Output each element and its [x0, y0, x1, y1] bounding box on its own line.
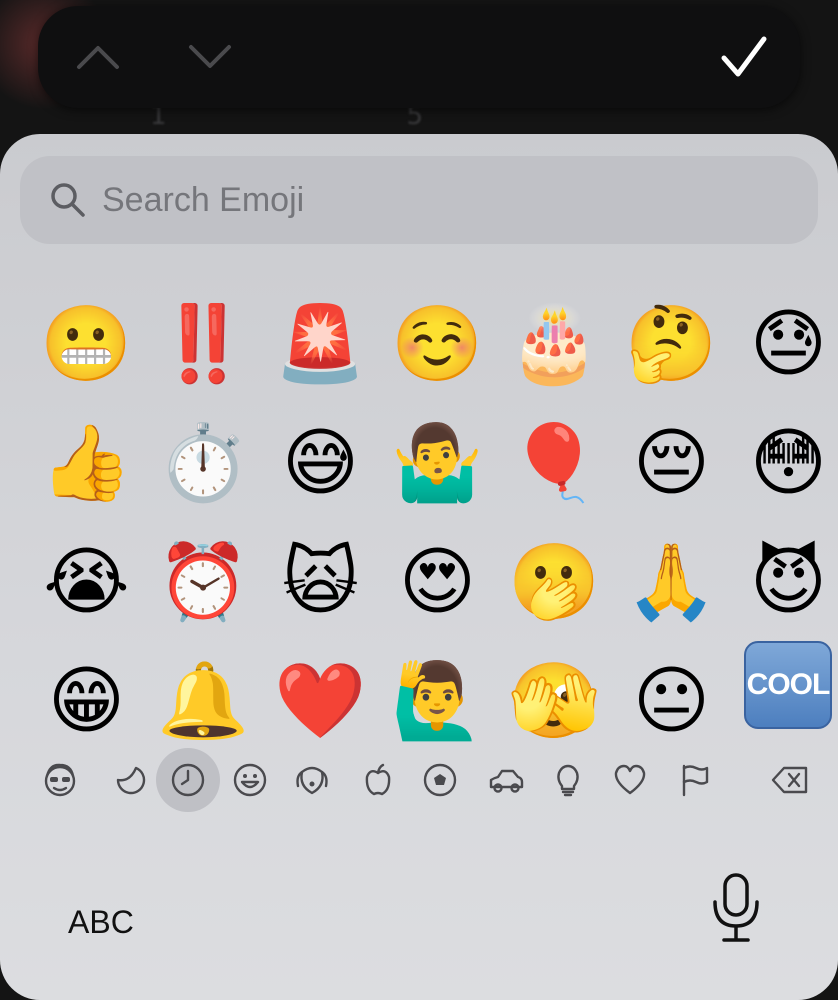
animal-category-button[interactable]	[280, 748, 344, 812]
emoji-key[interactable]: 😬	[28, 284, 145, 403]
animal-icon	[296, 766, 328, 795]
magnifier-icon	[51, 183, 85, 217]
emoji-key[interactable]: 😁	[28, 641, 145, 760]
recent-clock-icon	[171, 763, 205, 797]
activity-ball-category-button[interactable]	[408, 748, 472, 812]
smiley-icon	[233, 763, 267, 797]
delete-icon	[771, 766, 808, 794]
emoji-key[interactable]: 🤔	[613, 284, 730, 403]
emoji-key[interactable]: 🤷‍♂️	[379, 403, 496, 522]
emoji-key[interactable]: 😍	[379, 522, 496, 641]
delete-category-button[interactable]	[758, 748, 822, 812]
emoji-key[interactable]: 🎈	[496, 403, 613, 522]
food-apple-icon	[365, 763, 391, 796]
symbols-heart-icon	[614, 764, 646, 795]
dictation-button[interactable]	[708, 872, 764, 944]
memoji-category-button[interactable]	[28, 748, 92, 812]
sticker-category-button[interactable]	[98, 748, 162, 812]
microphone-icon	[713, 873, 759, 942]
emoji-key[interactable]: 🎂	[496, 284, 613, 403]
emoji-grid: 😬 ‼️ 🚨 ☺️ 🎂 🤔 😓 👍 ⏱️ 😅 🤷‍♂️ 🎈 😔 😳 😭 ⏰ 🙀 😍 🫢 🙏 😈 😁 🔔 ❤️ 🙋‍♂️ 🫣 😐 COO…	[28, 284, 838, 760]
food-apple-category-button[interactable]	[346, 748, 410, 812]
chevron-down-icon	[189, 45, 231, 68]
travel-car-category-button[interactable]	[474, 748, 538, 812]
next-button[interactable]	[180, 32, 240, 82]
emoji-key[interactable]: 😅	[262, 403, 379, 522]
previous-button[interactable]	[68, 32, 128, 82]
emoji-key[interactable]: 🙋‍♂️	[379, 641, 496, 760]
emoji-key[interactable]: 🙏	[613, 522, 730, 641]
emoji-key[interactable]: ‼️	[145, 284, 262, 403]
emoji-key[interactable]: 😐	[613, 641, 730, 760]
memoji-icon	[44, 763, 76, 797]
emoji-key[interactable]: ❤️	[262, 641, 379, 760]
flags-category-button[interactable]	[662, 748, 726, 812]
recent-clock-category-button[interactable]	[156, 748, 220, 812]
emoji-key[interactable]: ⏱️	[145, 403, 262, 522]
emoji-key[interactable]: ☺️	[379, 284, 496, 403]
activity-ball-icon	[423, 763, 457, 797]
emoji-key[interactable]: 🫢	[496, 522, 613, 641]
chevron-up-icon	[77, 46, 119, 69]
find-toolbar	[38, 6, 800, 108]
emoji-key[interactable]: 😈	[730, 522, 838, 641]
smiley-category-button[interactable]	[218, 748, 282, 812]
travel-car-icon	[489, 769, 524, 793]
emoji-key[interactable]: 😭	[28, 522, 145, 641]
emoji-key[interactable]: 🫣	[496, 641, 613, 760]
checkmark-icon	[721, 36, 767, 77]
search-placeholder: Search Emoji	[102, 180, 305, 219]
emoji-key[interactable]: 🔔	[145, 641, 262, 760]
emoji-search-field[interactable]: Search Emoji	[20, 156, 818, 244]
objects-bulb-category-button[interactable]	[536, 748, 600, 812]
emoji-key[interactable]: 👍	[28, 403, 145, 522]
done-button[interactable]	[714, 32, 774, 82]
objects-bulb-icon	[557, 764, 579, 797]
emoji-key[interactable]: 😳	[730, 403, 838, 522]
emoji-key[interactable]: 😓	[730, 284, 838, 403]
category-bar	[28, 748, 828, 818]
sticker-icon	[116, 766, 146, 795]
emoji-key[interactable]: ⏰	[145, 522, 262, 641]
flags-icon	[682, 764, 709, 797]
symbols-heart-category-button[interactable]	[598, 748, 662, 812]
emoji-key[interactable]: 🚨	[262, 284, 379, 403]
abc-button[interactable]: ABC	[68, 904, 134, 941]
emoji-key[interactable]: 😔	[613, 403, 730, 522]
emoji-cool-button[interactable]: COOL	[744, 641, 832, 729]
emoji-keyboard: Search Emoji 😬 ‼️ 🚨 ☺️ 🎂 🤔 😓 👍 ⏱️ 😅 🤷‍♂️ 🎈 😔 😳 😭 ⏰ 🙀 😍 🫢 🙏 😈…	[0, 134, 838, 1000]
emoji-key[interactable]: 🙀	[262, 522, 379, 641]
